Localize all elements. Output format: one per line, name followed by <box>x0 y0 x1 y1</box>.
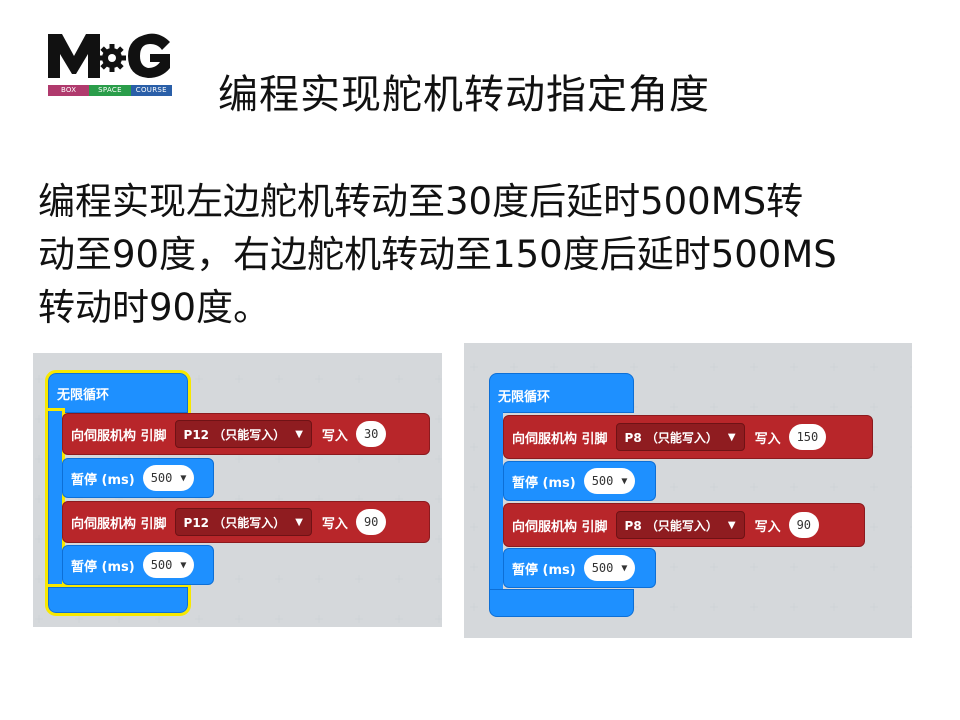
angle-input[interactable]: 30 <box>355 421 387 447</box>
pin-value: P8 （只能写入） <box>624 518 718 533</box>
forever-loop-block[interactable]: 无限循环 <box>45 370 191 416</box>
description-line: 编程实现左边舵机转动至30度后延时500MS转 <box>38 180 804 223</box>
angle-input[interactable]: 90 <box>788 512 820 538</box>
servo-label: 向伺服机构 引脚 <box>71 516 167 532</box>
logo-word-box: BOX <box>48 85 90 96</box>
forever-label: 无限循环 <box>498 390 551 405</box>
pause-duration-dropdown[interactable]: 500 ▼ <box>583 468 636 494</box>
pause-block[interactable]: 暂停 (ms) 500 ▼ <box>503 548 656 588</box>
chevron-down-icon: ▼ <box>180 472 187 484</box>
pause-label: 暂停 (ms) <box>71 472 135 488</box>
angle-input[interactable]: 150 <box>788 424 827 450</box>
forever-label: 无限循环 <box>57 388 110 403</box>
logo-tagline-bar: BOX SPACE COURSE <box>48 85 172 96</box>
right-code-workspace[interactable]: 无限循环 向伺服机构 引脚 P8 （只能写入） ▼ 写入 150 暂停 (ms)… <box>464 343 912 638</box>
pin-dropdown[interactable]: P8 （只能写入） ▼ <box>615 511 745 539</box>
pause-value: 500 <box>591 561 614 575</box>
pin-value: P8 （只能写入） <box>624 430 718 445</box>
pin-dropdown[interactable]: P12 （只能写入） ▼ <box>174 508 312 536</box>
pause-label: 暂停 (ms) <box>512 475 576 491</box>
forever-loop-body <box>45 408 65 594</box>
pin-value: P12 （只能写入） <box>183 427 286 442</box>
chevron-down-icon: ▼ <box>727 431 736 443</box>
pause-block[interactable]: 暂停 (ms) 500 ▼ <box>62 545 214 585</box>
chevron-down-icon: ▼ <box>727 519 736 531</box>
servo-label: 向伺服机构 引脚 <box>512 519 608 535</box>
pin-dropdown[interactable]: P8 （只能写入） ▼ <box>615 423 745 451</box>
pause-value: 500 <box>150 471 173 485</box>
left-code-workspace[interactable]: 无限循环 向伺服机构 引脚 P12 （只能写入） ▼ 写入 30 暂停 (ms)… <box>33 353 442 627</box>
pause-duration-dropdown[interactable]: 500 ▼ <box>142 552 195 578</box>
logo-word-course: COURSE <box>130 85 172 96</box>
pause-block[interactable]: 暂停 (ms) 500 ▼ <box>62 458 214 498</box>
servo-write-block[interactable]: 向伺服机构 引脚 P12 （只能写入） ▼ 写入 30 <box>62 413 430 455</box>
forever-loop-footer <box>45 584 191 616</box>
servo-write-block[interactable]: 向伺服机构 引脚 P8 （只能写入） ▼ 写入 150 <box>503 415 873 459</box>
servo-write-block[interactable]: 向伺服机构 引脚 P8 （只能写入） ▼ 写入 90 <box>503 503 865 547</box>
pause-label: 暂停 (ms) <box>71 559 135 575</box>
description-line: 转动时90度。 <box>38 286 271 329</box>
chevron-down-icon: ▼ <box>621 475 628 487</box>
pause-duration-dropdown[interactable]: 500 ▼ <box>142 465 195 491</box>
servo-label: 向伺服机构 引脚 <box>71 428 167 444</box>
description-line: 动至90度，右边舵机转动至150度后延时500MS <box>38 233 837 276</box>
write-label: 写入 <box>754 431 781 447</box>
slide-title: 编程实现舵机转动指定角度 <box>218 72 710 118</box>
mg-logo: BOX SPACE COURSE <box>46 28 174 98</box>
pin-dropdown[interactable]: P12 （只能写入） ▼ <box>174 420 312 448</box>
write-label: 写入 <box>321 428 348 444</box>
angle-input[interactable]: 90 <box>355 509 387 535</box>
pause-label: 暂停 (ms) <box>512 562 576 578</box>
pause-value: 500 <box>150 558 173 572</box>
pause-value: 500 <box>591 474 614 488</box>
write-label: 写入 <box>754 519 781 535</box>
servo-label: 向伺服机构 引脚 <box>512 431 608 447</box>
pause-duration-dropdown[interactable]: 500 ▼ <box>583 555 636 581</box>
forever-loop-block[interactable]: 无限循环 <box>489 373 634 413</box>
pause-block[interactable]: 暂停 (ms) 500 ▼ <box>503 461 656 501</box>
forever-loop-footer <box>489 589 634 617</box>
write-label: 写入 <box>321 516 348 532</box>
chevron-down-icon: ▼ <box>295 516 303 528</box>
chevron-down-icon: ▼ <box>295 428 303 440</box>
servo-write-block[interactable]: 向伺服机构 引脚 P12 （只能写入） ▼ 写入 90 <box>62 501 430 543</box>
logo-word-space: SPACE <box>89 85 131 96</box>
pin-value: P12 （只能写入） <box>183 515 286 530</box>
forever-loop-body <box>489 411 503 591</box>
task-description: 编程实现左边舵机转动至30度后延时500MS转 动至90度，右边舵机转动至150… <box>38 175 928 334</box>
chevron-down-icon: ▼ <box>621 562 628 574</box>
mg-logo-mark <box>48 33 170 78</box>
chevron-down-icon: ▼ <box>180 559 187 571</box>
